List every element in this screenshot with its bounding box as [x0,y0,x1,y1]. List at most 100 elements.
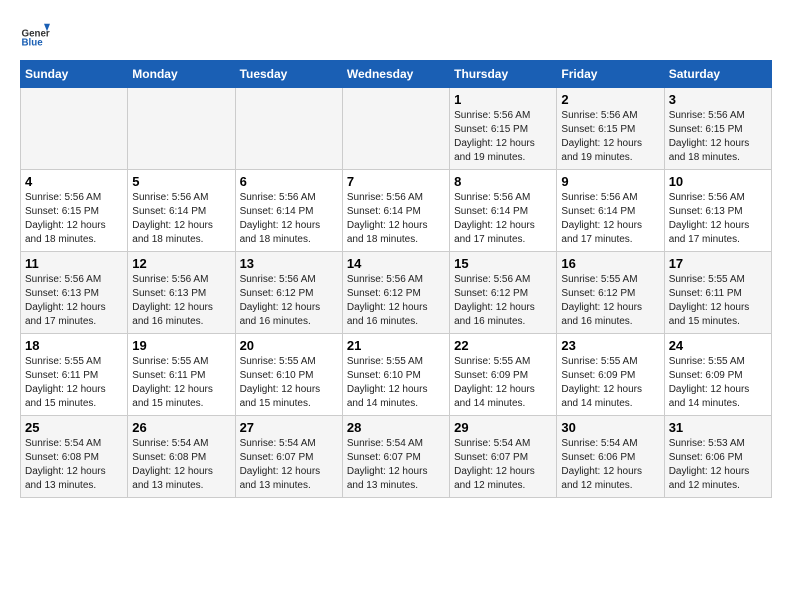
calendar-cell: 21 Sunrise: 5:55 AMSunset: 6:10 PMDayligh… [342,334,449,416]
weekday-header-row: SundayMondayTuesdayWednesdayThursdayFrid… [21,61,772,88]
weekday-header-tuesday: Tuesday [235,61,342,88]
day-number: 6 [240,174,338,189]
calendar-cell: 26Sunrise: 5:54 AMSunset: 6:08 PMDayligh… [128,416,235,498]
day-number: 25 [25,420,123,435]
calendar-cell: 23 Sunrise: 5:55 AMSunset: 6:09 PMDayligh… [557,334,664,416]
calendar-cell: 2 Sunrise: 5:56 AMSunset: 6:15 PMDaylight… [557,88,664,170]
day-info: Sunrise: 5:56 AMSunset: 6:15 PMDaylight:… [561,109,659,165]
calendar-cell: 5Sunrise: 5:56 AMSunset: 6:14 PMDaylight… [128,170,235,252]
day-number: 20 [240,338,338,353]
calendar-cell: 13Sunrise: 5:56 AMSunset: 6:12 PMDayligh… [235,252,342,334]
day-info: Sunrise: 5:55 AMSunset: 6:10 PMDaylight:… [347,355,445,411]
day-number: 28 [347,420,445,435]
day-number: 4 [25,174,123,189]
calendar-cell: 1 Sunrise: 5:56 AMSunset: 6:15 PMDaylight… [450,88,557,170]
day-number: 27 [240,420,338,435]
day-number: 13 [240,256,338,271]
day-info: Sunrise: 5:56 AMSunset: 6:13 PMDaylight:… [132,273,230,329]
day-info: Sunrise: 5:54 AMSunset: 6:07 PMDaylight:… [240,437,338,493]
day-info: Sunrise: 5:54 AMSunset: 6:07 PMDaylight:… [454,437,552,493]
day-number: 16 [561,256,659,271]
calendar-cell: 18 Sunrise: 5:55 AMSunset: 6:11 PMDayligh… [21,334,128,416]
day-info: Sunrise: 5:56 AMSunset: 6:13 PMDaylight:… [669,191,767,247]
calendar-cell: 6 Sunrise: 5:56 AMSunset: 6:14 PMDaylight… [235,170,342,252]
calendar-cell: 29 Sunrise: 5:54 AMSunset: 6:07 PMDayligh… [450,416,557,498]
calendar-cell: 24 Sunrise: 5:55 AMSunset: 6:09 PMDayligh… [664,334,771,416]
day-info: Sunrise: 5:56 AMSunset: 6:14 PMDaylight:… [561,191,659,247]
day-number: 10 [669,174,767,189]
day-number: 14 [347,256,445,271]
weekday-header-saturday: Saturday [664,61,771,88]
calendar-cell: 4Sunrise: 5:56 AMSunset: 6:15 PMDaylight… [21,170,128,252]
day-number: 22 [454,338,552,353]
day-number: 11 [25,256,123,271]
day-number: 15 [454,256,552,271]
calendar-cell: 3Sunrise: 5:56 AMSunset: 6:15 PMDaylight… [664,88,771,170]
calendar-cell: 27 Sunrise: 5:54 AMSunset: 6:07 PMDayligh… [235,416,342,498]
calendar-cell: 20 Sunrise: 5:55 AMSunset: 6:10 PMDayligh… [235,334,342,416]
day-number: 30 [561,420,659,435]
day-number: 3 [669,92,767,107]
day-number: 18 [25,338,123,353]
day-info: Sunrise: 5:54 AMSunset: 6:06 PMDaylight:… [561,437,659,493]
calendar-cell [342,88,449,170]
day-number: 9 [561,174,659,189]
calendar-cell: 10 Sunrise: 5:56 AMSunset: 6:13 PMDayligh… [664,170,771,252]
calendar-cell: 30 Sunrise: 5:54 AMSunset: 6:06 PMDayligh… [557,416,664,498]
calendar-cell: 9 Sunrise: 5:56 AMSunset: 6:14 PMDaylight… [557,170,664,252]
calendar-cell: 19 Sunrise: 5:55 AMSunset: 6:11 PMDayligh… [128,334,235,416]
day-info: Sunrise: 5:55 AMSunset: 6:11 PMDaylight:… [25,355,123,411]
calendar-cell [235,88,342,170]
day-number: 12 [132,256,230,271]
page-header: General Blue [20,20,772,50]
day-number: 7 [347,174,445,189]
day-info: Sunrise: 5:55 AMSunset: 6:09 PMDaylight:… [454,355,552,411]
calendar-week-2: 4Sunrise: 5:56 AMSunset: 6:15 PMDaylight… [21,170,772,252]
calendar-cell: 31 Sunrise: 5:53 AMSunset: 6:06 PMDayligh… [664,416,771,498]
day-info: Sunrise: 5:55 AMSunset: 6:11 PMDaylight:… [669,273,767,329]
calendar-cell: 17 Sunrise: 5:55 AMSunset: 6:11 PMDayligh… [664,252,771,334]
day-number: 29 [454,420,552,435]
day-number: 26 [132,420,230,435]
weekday-header-monday: Monday [128,61,235,88]
calendar-cell: 12 Sunrise: 5:56 AMSunset: 6:13 PMDayligh… [128,252,235,334]
day-info: Sunrise: 5:55 AMSunset: 6:09 PMDaylight:… [669,355,767,411]
calendar-cell: 16 Sunrise: 5:55 AMSunset: 6:12 PMDayligh… [557,252,664,334]
logo: General Blue [20,20,54,50]
day-info: Sunrise: 5:56 AMSunset: 6:14 PMDaylight:… [454,191,552,247]
day-info: Sunrise: 5:55 AMSunset: 6:12 PMDaylight:… [561,273,659,329]
weekday-header-sunday: Sunday [21,61,128,88]
day-info: Sunrise: 5:54 AMSunset: 6:08 PMDaylight:… [25,437,123,493]
day-number: 1 [454,92,552,107]
day-info: Sunrise: 5:56 AMSunset: 6:12 PMDaylight:… [454,273,552,329]
calendar-table: SundayMondayTuesdayWednesdayThursdayFrid… [20,60,772,498]
day-number: 5 [132,174,230,189]
day-number: 8 [454,174,552,189]
calendar-cell: 7 Sunrise: 5:56 AMSunset: 6:14 PMDaylight… [342,170,449,252]
calendar-cell: 28Sunrise: 5:54 AMSunset: 6:07 PMDayligh… [342,416,449,498]
day-number: 24 [669,338,767,353]
calendar-week-1: 1 Sunrise: 5:56 AMSunset: 6:15 PMDaylight… [21,88,772,170]
day-number: 2 [561,92,659,107]
day-number: 31 [669,420,767,435]
day-number: 23 [561,338,659,353]
calendar-cell: 25 Sunrise: 5:54 AMSunset: 6:08 PMDayligh… [21,416,128,498]
day-number: 21 [347,338,445,353]
weekday-header-friday: Friday [557,61,664,88]
calendar-week-3: 11 Sunrise: 5:56 AMSunset: 6:13 PMDayligh… [21,252,772,334]
calendar-week-4: 18 Sunrise: 5:55 AMSunset: 6:11 PMDayligh… [21,334,772,416]
day-info: Sunrise: 5:53 AMSunset: 6:06 PMDaylight:… [669,437,767,493]
day-info: Sunrise: 5:56 AMSunset: 6:12 PMDaylight:… [347,273,445,329]
calendar-cell: 8 Sunrise: 5:56 AMSunset: 6:14 PMDaylight… [450,170,557,252]
day-info: Sunrise: 5:56 AMSunset: 6:14 PMDaylight:… [347,191,445,247]
logo-icon: General Blue [20,20,50,50]
day-info: Sunrise: 5:55 AMSunset: 6:10 PMDaylight:… [240,355,338,411]
day-info: Sunrise: 5:55 AMSunset: 6:11 PMDaylight:… [132,355,230,411]
day-info: Sunrise: 5:56 AMSunset: 6:14 PMDaylight:… [240,191,338,247]
day-info: Sunrise: 5:55 AMSunset: 6:09 PMDaylight:… [561,355,659,411]
calendar-cell: 15 Sunrise: 5:56 AMSunset: 6:12 PMDayligh… [450,252,557,334]
day-number: 19 [132,338,230,353]
day-number: 17 [669,256,767,271]
day-info: Sunrise: 5:56 AMSunset: 6:15 PMDaylight:… [454,109,552,165]
calendar-cell [128,88,235,170]
